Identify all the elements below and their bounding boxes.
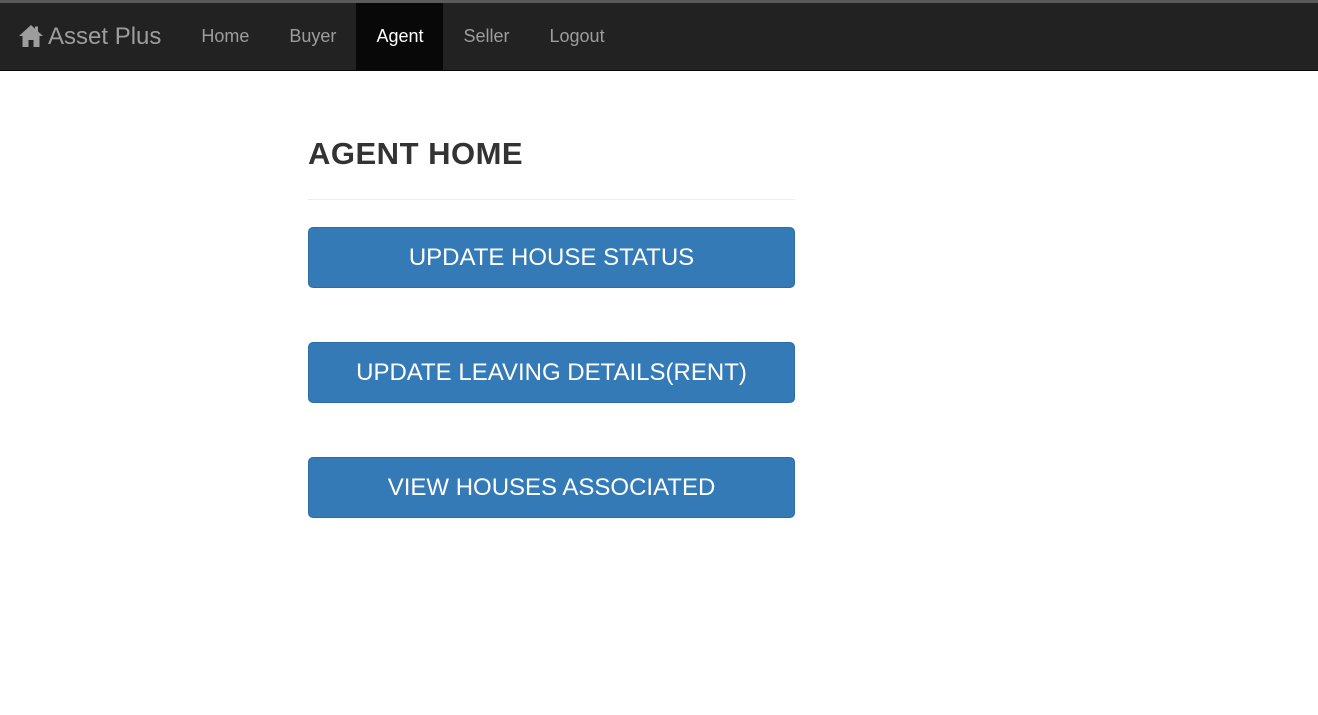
nav-item-home[interactable]: Home — [181, 3, 269, 71]
main-content: AGENT HOME UPDATE HOUSE STATUS UPDATE LE… — [308, 120, 795, 572]
update-leaving-details-button[interactable]: UPDATE LEAVING DETAILS(RENT) — [308, 342, 795, 404]
nav-item-buyer[interactable]: Buyer — [269, 3, 356, 71]
home-icon — [18, 23, 44, 49]
nav-item-logout[interactable]: Logout — [530, 3, 625, 71]
nav-item-seller[interactable]: Seller — [443, 3, 529, 71]
view-houses-associated-button[interactable]: VIEW HOUSES ASSOCIATED — [308, 457, 795, 519]
update-house-status-button[interactable]: UPDATE HOUSE STATUS — [308, 227, 795, 289]
title-divider — [308, 199, 795, 201]
brand-link[interactable]: Asset Plus — [0, 3, 181, 70]
brand-name: Asset Plus — [48, 22, 162, 50]
top-navbar: Asset Plus Home Buyer Agent Seller Logou… — [0, 3, 1318, 71]
page-title: AGENT HOME — [308, 136, 524, 171]
nav-menu: Home Buyer Agent Seller Logout — [181, 3, 625, 71]
nav-item-agent[interactable]: Agent — [356, 3, 444, 71]
